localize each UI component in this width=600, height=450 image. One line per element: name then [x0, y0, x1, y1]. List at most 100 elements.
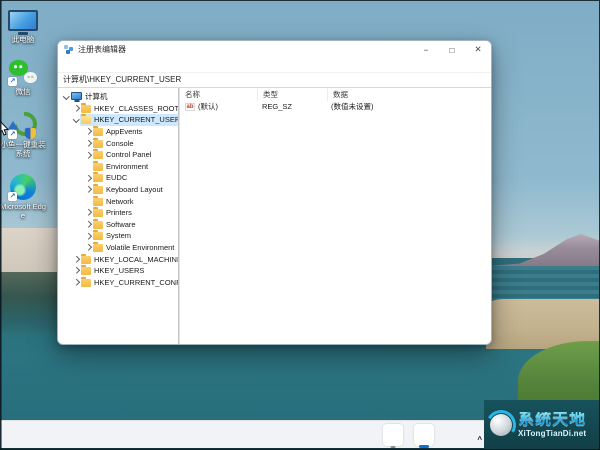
expand-chevron-icon[interactable]: [84, 176, 92, 181]
store-button[interactable]: [352, 424, 372, 446]
expand-chevron-icon[interactable]: [84, 234, 92, 239]
edge-button[interactable]: [321, 424, 341, 446]
expand-chevron-icon[interactable]: [84, 153, 92, 158]
menu-item[interactable]: [62, 64, 70, 66]
search-button[interactable]: [197, 424, 217, 446]
tree-item-icon: [81, 265, 91, 276]
tree-item-icon: [81, 102, 91, 113]
regedit-icon: [64, 44, 74, 55]
tray-overflow-chevron[interactable]: ^: [477, 435, 482, 444]
app-icon: [8, 9, 38, 31]
value-row[interactable]: ab (默认) REG_SZ (数值未设置): [180, 101, 491, 113]
menu-item[interactable]: [82, 64, 90, 66]
wechat-desktop-icon[interactable]: ↗ 微信: [0, 58, 46, 96]
column-header-name[interactable]: 名称: [180, 88, 258, 101]
tree-item-icon: [81, 114, 91, 125]
tree-item-label: Console: [106, 138, 134, 148]
expand-chevron-icon[interactable]: [84, 187, 92, 192]
tree-item[interactable]: Keyboard Layout: [58, 184, 178, 196]
minimize-button[interactable]: −: [413, 41, 439, 58]
column-header-data[interactable]: 数据: [328, 88, 491, 101]
expand-chevron-icon[interactable]: [72, 106, 80, 111]
tree-item-label: Keyboard Layout: [106, 185, 163, 195]
tree-item-icon: [93, 137, 103, 148]
tree-item[interactable]: Console: [58, 137, 178, 149]
tree-item-icon: [93, 195, 103, 206]
start-button[interactable]: [166, 424, 186, 446]
desktop-icon-label: 微信: [15, 87, 31, 97]
expand-chevron-icon[interactable]: [84, 129, 92, 134]
shortcut-arrow-icon: ↗: [8, 77, 17, 87]
tree-item[interactable]: EUDC: [58, 172, 178, 184]
tree-item-icon: [93, 242, 103, 253]
wallpaper-tree-reflection: [0, 272, 57, 334]
task-view-button[interactable]: [228, 424, 248, 446]
value-type: REG_SZ: [262, 102, 293, 112]
tree-item[interactable]: Environment: [58, 160, 178, 173]
wallpaper-shore: [0, 228, 57, 274]
address-bar[interactable]: 计算机\HKEY_CURRENT_USER: [58, 72, 491, 88]
watermark-url: XiTongTianDi.net: [518, 429, 587, 439]
expand-chevron-icon[interactable]: [72, 119, 80, 122]
xiaoyu-button[interactable]: [414, 423, 434, 448]
tree-item[interactable]: Network: [58, 195, 178, 207]
menu-item[interactable]: [102, 64, 110, 66]
window-title: 注册表编辑器: [78, 45, 126, 54]
desktop-icon-label: Microsoft Edge: [0, 201, 46, 220]
tree-item[interactable]: Control Panel: [58, 149, 178, 161]
menu-bar: [58, 58, 491, 72]
column-header-type[interactable]: 类型: [258, 88, 328, 101]
expand-chevron-icon[interactable]: [72, 257, 80, 262]
tree-item-icon: [93, 149, 103, 160]
tree-item[interactable]: HKEY_CURRENT_CONFIG: [58, 276, 178, 289]
tree-item-label: HKEY_CURRENT_CONFIG: [94, 277, 178, 287]
running-indicator: [390, 445, 396, 448]
tree-item[interactable]: Volatile Environment: [58, 242, 178, 254]
value-list: 名称 类型 数据 ab (默认) REG_SZ (数值未设置): [179, 88, 491, 344]
tree-item[interactable]: HKEY_CLASSES_ROOT: [58, 102, 178, 115]
tree-item-label: HKEY_CURRENT_USER: [94, 115, 179, 125]
expand-chevron-icon[interactable]: [84, 222, 92, 227]
tree-item-label: Software: [106, 219, 136, 229]
edge-desktop-icon[interactable]: ↗ Microsoft Edge: [0, 173, 46, 221]
tree-item-icon: [81, 253, 91, 264]
shortcut-arrow-icon: ↗: [8, 129, 17, 139]
menu-item[interactable]: [72, 64, 80, 66]
tree-item-label: HKEY_USERS: [94, 266, 145, 276]
expand-chevron-icon[interactable]: [72, 280, 80, 285]
list-header: 名称 类型 数据: [180, 88, 491, 101]
expand-chevron-icon[interactable]: [72, 268, 80, 273]
tree-item[interactable]: Software: [58, 218, 178, 231]
maximize-button[interactable]: □: [439, 41, 465, 58]
tree-item-icon: [93, 172, 103, 183]
tree-item-label: Network: [106, 196, 134, 206]
expand-chevron-icon[interactable]: [84, 141, 92, 146]
this-pc-desktop-icon[interactable]: 此电脑: [0, 6, 46, 44]
file-explorer-button[interactable]: [290, 424, 310, 446]
widgets-button[interactable]: [259, 424, 279, 446]
tree-item-icon: [93, 207, 103, 218]
mouse-cursor-icon: [0, 120, 9, 141]
expand-chevron-icon[interactable]: [84, 210, 92, 215]
desktop-icon-column: 此电脑 ↗ 微信 ↗ 小鱼一键重装系统 ↗ Microsoft Edge: [0, 6, 46, 220]
tree-item-icon: [71, 92, 82, 101]
tree-item-icon: [93, 126, 103, 137]
menu-item[interactable]: [92, 64, 100, 66]
tree-item-label: System: [106, 231, 132, 241]
desktop-icon-label: 此电脑: [11, 35, 35, 44]
expand-chevron-icon[interactable]: [62, 96, 70, 99]
tree-item[interactable]: Printers: [58, 207, 178, 219]
tree-item[interactable]: HKEY_USERS: [58, 265, 178, 277]
tree-item[interactable]: HKEY_CURRENT_USER: [58, 114, 178, 126]
tree-item[interactable]: System: [58, 230, 178, 242]
watermark: 系统天地 XiTongTianDi.net: [484, 400, 600, 450]
value-name: (默认): [198, 102, 219, 112]
wechat-button[interactable]: [383, 423, 403, 448]
close-button[interactable]: ✕: [465, 41, 491, 58]
title-bar[interactable]: 注册表编辑器 − □ ✕: [58, 41, 491, 58]
tree-item[interactable]: AppEvents: [58, 126, 178, 138]
regedit-window: 注册表编辑器 − □ ✕ 计算机\HKEY_CURRENT_USER 计算机 H…: [57, 40, 492, 345]
expand-chevron-icon[interactable]: [84, 245, 92, 250]
tree-item[interactable]: 计算机: [58, 91, 178, 103]
tree-item[interactable]: HKEY_LOCAL_MACHINE: [58, 253, 178, 265]
